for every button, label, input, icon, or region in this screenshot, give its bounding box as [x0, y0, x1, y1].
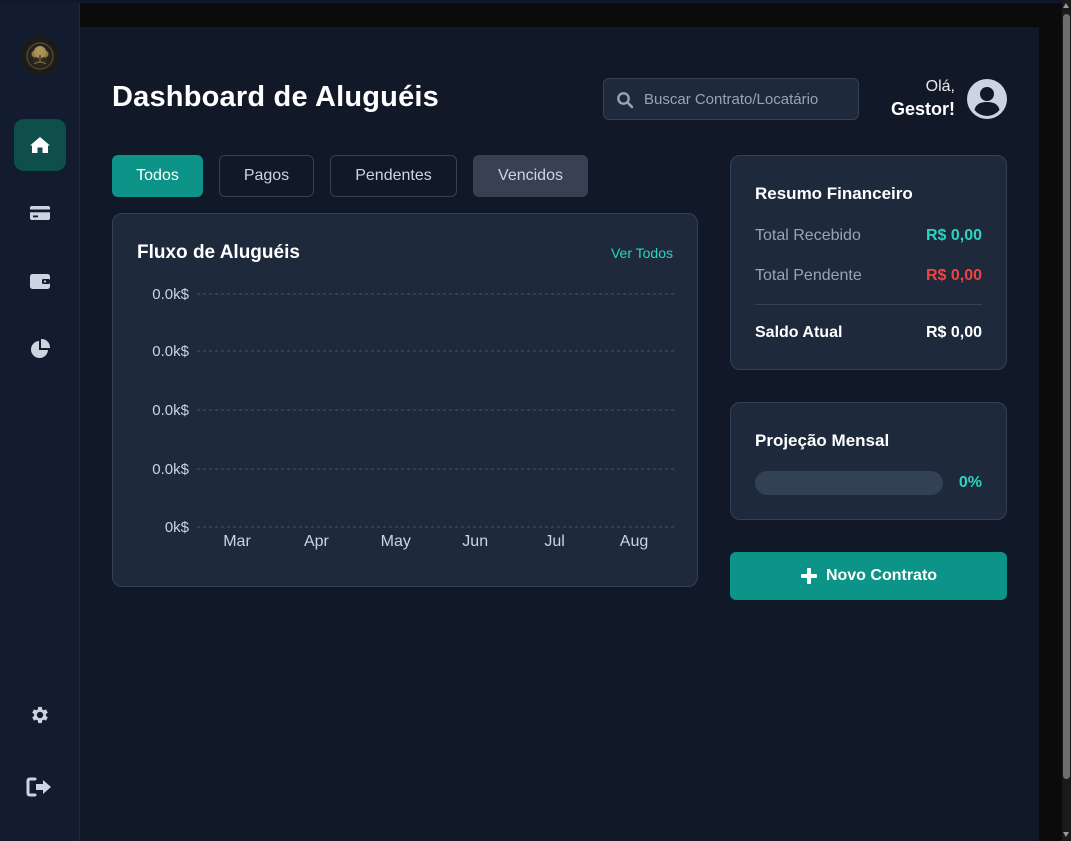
new-contract-button[interactable]: Novo Contrato [730, 552, 1007, 600]
projection-percent: 0% [958, 474, 982, 491]
right-edge-strip [1039, 27, 1062, 841]
sidebar-item-wallet[interactable] [14, 255, 66, 307]
tab-todos[interactable]: Todos [112, 155, 203, 197]
y-tick-label: 0.0k$ [152, 286, 189, 303]
user-name: Gestor! [890, 99, 955, 119]
sidebar-item-reports[interactable] [14, 323, 66, 375]
credit-card-icon [30, 206, 50, 220]
projection-title: Projeção Mensal [755, 431, 890, 450]
pie-chart-icon [31, 338, 51, 358]
received-value: R$ 0,00 [925, 227, 982, 244]
balance-value: R$ 0,00 [925, 324, 982, 341]
search-input[interactable] [644, 79, 854, 119]
projection-progress-bar [755, 471, 943, 495]
y-tick-label: 0.0k$ [152, 402, 189, 419]
y-tick-label: 0.0k$ [152, 343, 189, 360]
rent-flow-chart-card: Fluxo de Aluguéis Ver Todos 0.0k$ 0.0k$ 0.… [112, 213, 698, 587]
summary-title: Resumo Financeiro [755, 184, 913, 203]
tab-vencidos[interactable]: Vencidos [473, 155, 588, 197]
user-avatar-icon[interactable] [967, 79, 1007, 119]
sign-out-icon [26, 777, 51, 797]
user-greeting: Olá, Gestor! [891, 77, 955, 121]
wallet-icon [30, 274, 50, 289]
x-tick-label: Aug [620, 533, 648, 550]
received-label: Total Recebido [755, 227, 861, 244]
scrollbar-thumb[interactable] [1063, 14, 1070, 779]
pending-value: R$ 0,00 [925, 267, 982, 284]
summary-divider [755, 304, 982, 305]
sidebar-item-home[interactable] [14, 119, 66, 171]
search-box[interactable] [603, 78, 859, 120]
top-bar-strip [80, 3, 1062, 27]
greeting-text: Olá, [925, 78, 955, 95]
y-tick-label: 0k$ [165, 519, 190, 536]
sidebar-item-payments[interactable] [14, 187, 66, 239]
sidebar-item-settings[interactable] [14, 689, 66, 741]
pending-label: Total Pendente [755, 267, 862, 284]
x-tick-label: May [381, 533, 411, 550]
app-window: Dashboard de Aluguéis Olá, Gestor! Todos… [0, 0, 1071, 841]
financial-summary-card: Resumo Financeiro Total Recebido R$ 0,00… [730, 155, 1007, 370]
sidebar [0, 3, 80, 841]
vertical-scrollbar[interactable] [1062, 0, 1071, 841]
scroll-up-icon[interactable] [1063, 3, 1069, 8]
tab-pagos[interactable]: Pagos [219, 155, 314, 197]
home-icon [30, 137, 50, 153]
plus-icon [800, 568, 817, 584]
gear-icon [32, 706, 48, 724]
y-tick-label: 0.0k$ [152, 461, 189, 478]
x-tick-label: Mar [223, 533, 251, 550]
x-tick-label: Jul [544, 533, 564, 550]
search-icon [617, 92, 634, 109]
x-tick-label: Apr [304, 533, 330, 550]
scroll-down-icon[interactable] [1063, 832, 1069, 837]
rent-flow-chart: 0.0k$ 0.0k$ 0.0k$ 0.0k$ 0k$ Mar Apr May Jun Jul Au… [152, 286, 675, 550]
x-tick-label: Jun [462, 533, 488, 550]
sidebar-item-logout[interactable] [14, 761, 66, 813]
tree-logo-icon [20, 36, 60, 76]
new-contract-label: Novo Contrato [825, 567, 938, 584]
monthly-projection-card: Projeção Mensal 0% [730, 402, 1007, 520]
balance-label: Saldo Atual [755, 324, 843, 341]
page-title: Dashboard de Aluguéis [112, 81, 440, 113]
tab-pendentes[interactable]: Pendentes [330, 155, 457, 197]
